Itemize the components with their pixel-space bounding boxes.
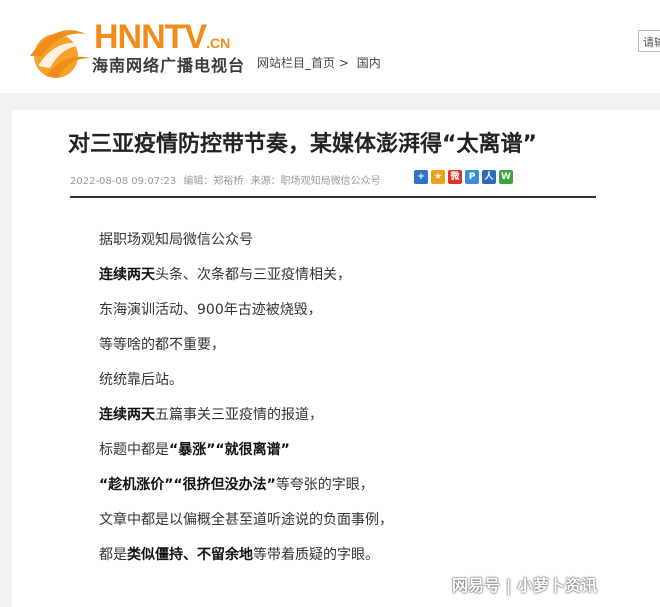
paragraph-1: 据职场观知局微信公众号 (99, 230, 619, 265)
paragraph-bold: 连续两天 (99, 267, 155, 283)
paragraph-3: 东海演训活动、900年古迹被烧毁， (99, 300, 619, 335)
publish-datetime: 2022-08-08 09:07:23 (70, 176, 177, 187)
paragraph-text: 头条、次条都与三亚疫情相关， (155, 267, 351, 283)
breadcrumb-current-link[interactable]: 国内 (357, 56, 381, 70)
paragraph-text: 五篇事关三亚疫情的报道， (155, 407, 323, 423)
paragraph-text: 标题中都是 (99, 442, 169, 458)
logo-text: HNNTV (94, 18, 207, 56)
hnntv-logo-icon[interactable] (20, 16, 92, 80)
paragraph-6: 连续两天五篇事关三亚疫情的报道， (99, 405, 619, 440)
share-pengyou-icon[interactable]: P (465, 170, 479, 184)
paragraph-text: 都是 (99, 547, 127, 563)
paragraph-text: 据职场观知局微信公众号 (99, 232, 253, 248)
article-card: 对三亚疫情防控带节奏，某媒体澎湃得“太离谱” 2022-08-08 09:07:… (12, 110, 660, 607)
paragraph-2: 连续两天头条、次条都与三亚疫情相关， (99, 265, 619, 300)
paragraph-9: 文章中都是以偏概全甚至道听途说的负面事例， (99, 512, 393, 528)
source-label: 来源：职场观知局微信公众号 (250, 176, 381, 187)
share-wechat-icon[interactable]: W (499, 170, 513, 184)
share-add-icon[interactable]: + (414, 170, 428, 184)
article-title: 对三亚疫情防控带节奏，某媒体澎湃得“太离谱” (68, 132, 537, 157)
paragraph-bold: “暴涨” (169, 442, 216, 458)
share-renren-icon[interactable]: 人 (482, 170, 496, 184)
paragraph-bold: “趁机涨价” (99, 477, 174, 493)
logo-suffix: .CN (206, 35, 231, 51)
paragraph-bold: 类似僵持、不留余地 (127, 547, 253, 563)
editor-label: 编辑：郑裕桥 (183, 176, 244, 187)
breadcrumb: 网站栏目_首页 > 国内 (257, 54, 381, 71)
site-header: HNNTV.CN 海南网络广播电视台 网站栏目_首页 > 国内 请输 (0, 0, 660, 93)
netease-watermark: 网易号 | 小萝卜资讯 (452, 576, 597, 595)
paragraph-text: 东海演训活动、900年古迹被烧毁， (99, 302, 322, 318)
paragraph-text: 等等啥的都不重要， (99, 337, 225, 353)
share-bar: + ★ 微 P 人 W (414, 170, 513, 184)
title-divider (70, 196, 596, 198)
breadcrumb-separator: > (338, 56, 349, 70)
paragraph-text: 等带着质疑的字眼。 (253, 547, 379, 563)
paragraph-7: 标题中都是“暴涨”“就很离谱” (99, 440, 619, 475)
paragraph-bold: 连续两天 (99, 407, 155, 423)
paragraph-bold: “很挤但没办法” (173, 477, 276, 493)
share-weibo-icon[interactable]: 微 (448, 170, 462, 184)
station-name: 海南网络广播电视台 (92, 56, 246, 75)
paragraph-5: 统统靠后站。 (99, 370, 619, 405)
article-meta: 2022-08-08 09:07:23 编辑：郑裕桥 来源：职场观知局微信公众号 (70, 172, 385, 187)
paragraph-4: 等等啥的都不重要， (99, 335, 619, 370)
paragraph-text: 等夸张的字眼， (275, 477, 374, 493)
paragraph-text: 统统靠后站。 (99, 372, 183, 388)
search-input[interactable]: 请输 (638, 30, 660, 52)
share-qzone-icon[interactable]: ★ (431, 170, 445, 184)
breadcrumb-home-link[interactable]: 网站栏目_首页 (257, 56, 335, 70)
paragraph-bold: “就很离谱” (215, 442, 290, 458)
paragraph-8: “趁机涨价”“很挤但没办法”等夸张的字眼， (99, 475, 619, 510)
article-body: 据职场观知局微信公众号 连续两天头条、次条都与三亚疫情相关， 东海演训活动、90… (99, 230, 619, 580)
